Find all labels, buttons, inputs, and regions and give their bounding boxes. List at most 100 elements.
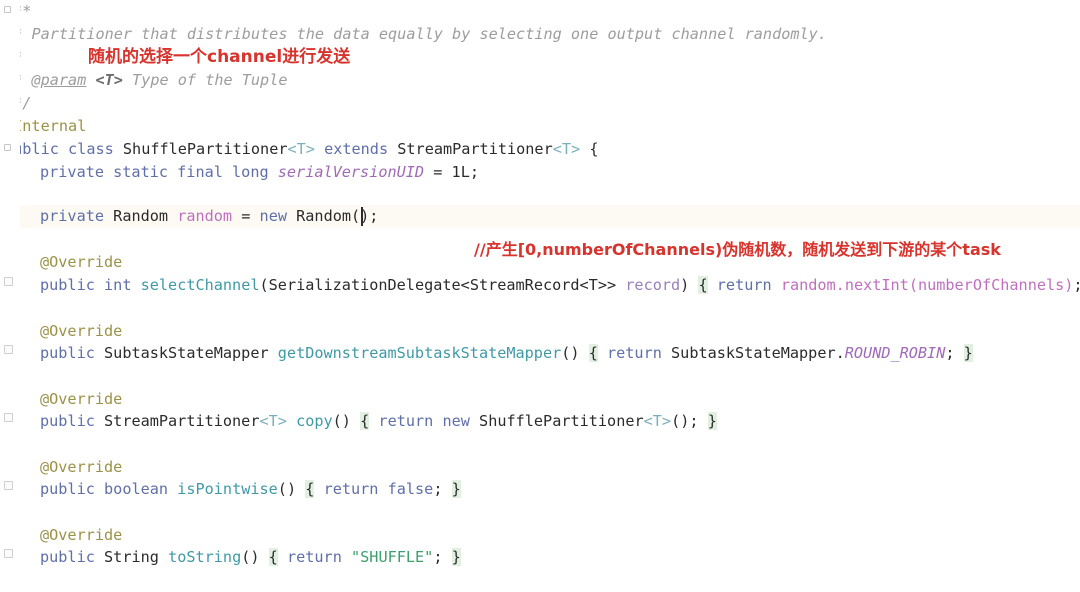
annotation-note-inner: //产生[0,numberOfChannels)伪随机数，随机发送到下游的某个t…	[474, 240, 1001, 259]
sp-aq	[260, 548, 269, 566]
copy-open-brace: {	[360, 412, 370, 430]
sp-w	[269, 344, 278, 362]
annotation-override-2[interactable]: @Override	[40, 322, 122, 340]
serial-semicolon: ;	[469, 163, 479, 181]
code-line-annotation-internal: @Internal	[0, 115, 1080, 138]
code-editor[interactable]: /** * Partitioner that distributes the d…	[0, 0, 1080, 592]
code-line-javadoc-open: /**	[0, 0, 1080, 23]
override-marker-copy[interactable]	[4, 413, 13, 422]
annotation-override-4[interactable]: @Override	[40, 458, 122, 476]
sp-y	[598, 344, 607, 362]
mapper-open-brace: {	[588, 344, 598, 362]
sp-v	[95, 344, 104, 362]
pointwise-parens: ()	[277, 480, 297, 498]
override-marker-is-pointwise[interactable]	[4, 481, 13, 490]
sp-ah	[699, 412, 708, 430]
tostring-close-brace: }	[451, 548, 461, 566]
sp-e	[580, 140, 589, 158]
pointwise-modifier: public	[40, 480, 95, 498]
code-line-javadoc-close: */	[0, 92, 1080, 115]
select-channel-return-type: int	[104, 276, 132, 294]
tostring-modifier: public	[40, 548, 95, 566]
mapper-modifier: public	[40, 344, 95, 362]
code-line-override-2: @Override	[0, 320, 1080, 343]
tostring-open-brace: {	[268, 548, 278, 566]
sp-ao	[95, 548, 104, 566]
annotation-override-1[interactable]: @Override	[40, 253, 122, 271]
editor-gutter[interactable]	[0, 0, 20, 592]
code-line-select-channel: public int selectChannel(SerializationDe…	[0, 274, 1080, 297]
sp-c	[315, 140, 324, 158]
random-semicolon: ;	[369, 207, 379, 225]
code-line-is-pointwise: public boolean isPointwise() { return fa…	[0, 478, 1080, 501]
copy-method-name: copy	[296, 412, 333, 430]
serial-type: long	[232, 163, 269, 181]
tostring-parens: ()	[241, 548, 260, 566]
sp-ac	[287, 412, 296, 430]
class-open-brace: {	[589, 140, 599, 158]
sp-g	[269, 163, 278, 181]
class-generic: <T>	[287, 140, 315, 158]
sp-am	[378, 480, 387, 498]
sp-t	[772, 276, 781, 294]
copy-parens: ()	[332, 412, 351, 430]
random-new-keyword: new	[259, 207, 287, 225]
tostring-method-name: toString	[168, 548, 242, 566]
override-marker-get-downstream-mapper[interactable]	[4, 345, 13, 354]
copy-return-type-base: StreamPartitioner	[104, 412, 260, 430]
select-channel-name: selectChannel	[140, 276, 260, 294]
select-channel-semicolon: ;	[1073, 276, 1080, 294]
code-line-blank-6	[0, 501, 1080, 524]
select-channel-expression: random.nextInt(numberOfChannels)	[780, 276, 1074, 294]
sp-b	[114, 140, 123, 158]
mapper-semicolon: ;	[945, 344, 955, 362]
copy-new-parens: ()	[671, 412, 690, 430]
copy-semicolon: ;	[689, 412, 699, 430]
code-line-class-declaration: public class ShufflePartitioner<T> exten…	[0, 138, 1080, 161]
copy-new-generic: <T>	[643, 412, 672, 430]
annotation-note-top: 随机的选择一个channel进行发送	[88, 47, 351, 67]
fold-arrow-javadoc[interactable]	[4, 6, 13, 15]
javadoc-param-tag[interactable]: @param	[31, 71, 86, 89]
code-line-random-field[interactable]: private Random random = new Random();	[0, 205, 1080, 228]
mapper-method-name: getDownstreamSubtaskStateMapper	[277, 344, 562, 362]
pointwise-return-type: boolean	[104, 480, 169, 498]
copy-return-generic: <T>	[259, 412, 287, 430]
code-content[interactable]: /** * Partitioner that distributes the d…	[0, 0, 1080, 592]
tostring-return-kw: return	[286, 548, 342, 566]
sp-aj	[168, 480, 177, 498]
override-marker-select-channel[interactable]	[4, 277, 13, 286]
select-channel-modifier: public	[40, 276, 95, 294]
sp-ap	[159, 548, 168, 566]
select-channel-open-brace: {	[698, 276, 708, 294]
override-marker-to-string[interactable]	[4, 549, 13, 558]
annotation-override-5[interactable]: @Override	[40, 526, 122, 544]
sp-m	[250, 207, 259, 225]
random-constructor: Random()	[296, 207, 370, 225]
code-line-copy: public StreamPartitioner<T> copy() { ret…	[0, 410, 1080, 433]
code-line-get-downstream-mapper: public SubtaskStateMapper getDownstreamS…	[0, 342, 1080, 365]
kw-extends: extends	[324, 140, 389, 158]
sp-ag	[470, 412, 479, 430]
code-line-override-4: @Override	[0, 456, 1080, 479]
sp-at	[442, 548, 451, 566]
sp-aa	[955, 344, 964, 362]
random-type: Random	[113, 207, 169, 225]
sp-n	[287, 207, 296, 225]
code-line-to-string: public String toString() { return "SHUFF…	[0, 546, 1080, 569]
code-line-blank-4	[0, 365, 1080, 388]
sp-ak	[296, 480, 305, 498]
copy-return-kw: return	[378, 412, 434, 430]
copy-new-kw: new	[442, 412, 470, 430]
sp-z	[662, 344, 671, 362]
sp-an	[442, 480, 451, 498]
class-name: ShufflePartitioner	[122, 140, 288, 158]
sp-a	[59, 140, 68, 158]
select-channel-param-type: SerializationDelegate<StreamRecord<T>>	[268, 276, 617, 294]
sp-d	[388, 140, 397, 158]
superclass-name: StreamPartitioner	[397, 140, 553, 158]
sp-l	[232, 207, 241, 225]
fold-arrow-class[interactable]	[4, 144, 13, 153]
annotation-override-3[interactable]: @Override	[40, 390, 122, 408]
pointwise-expression: false	[387, 480, 434, 498]
